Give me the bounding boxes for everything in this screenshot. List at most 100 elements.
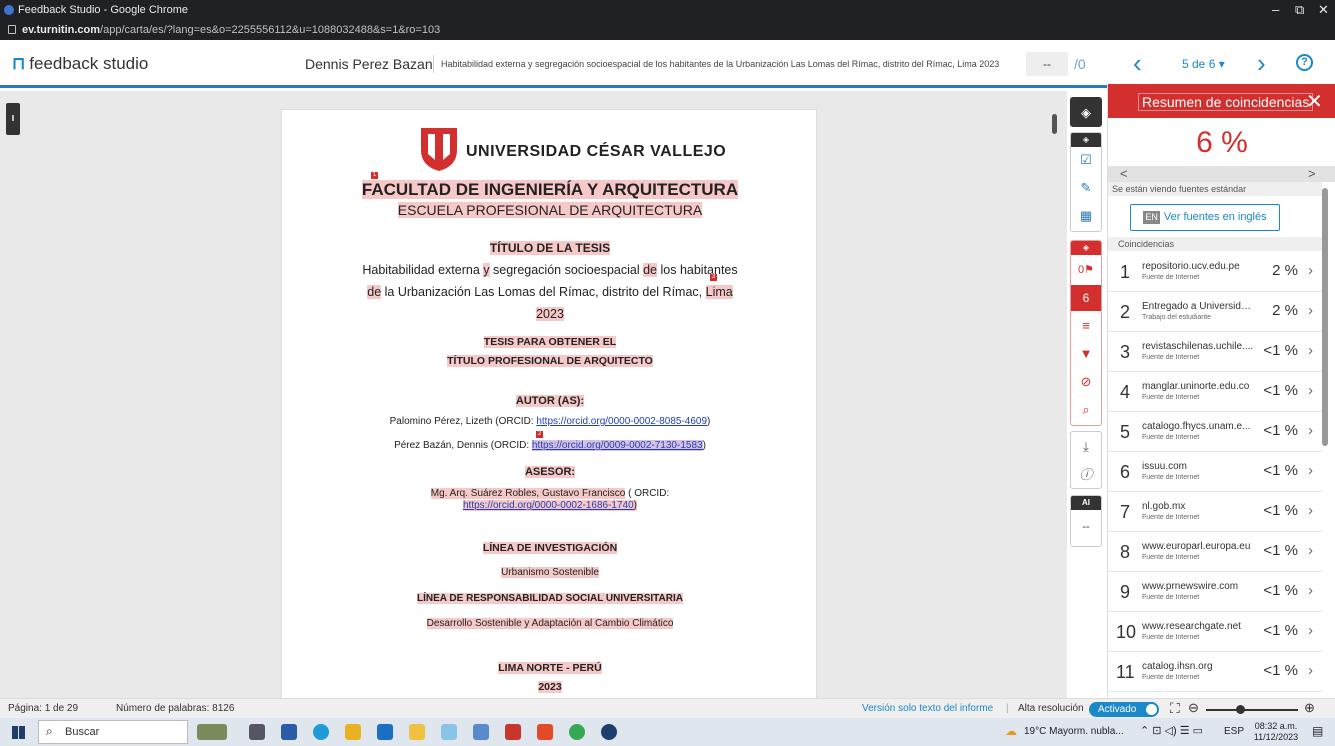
source-comparison-icon[interactable]: ⌕ (1071, 397, 1101, 423)
restore-button[interactable]: ⧉ (1295, 2, 1304, 18)
clock-date[interactable]: 11/12/2023 (1252, 732, 1300, 742)
address-bar[interactable]: ev.turnitin.com/app/carta/es/?lang=es&o=… (0, 22, 1335, 40)
side-drawer-toggle[interactable]: ‖ (6, 103, 20, 135)
chevron-right-icon[interactable]: › (1308, 502, 1313, 519)
social-line[interactable]: Desarrollo Sostenible y Adaptación al Ca… (426, 618, 674, 629)
clock-time[interactable]: 08:32 a.m. (1252, 721, 1300, 731)
tray-icons[interactable]: ⌃ ⊡ ◁) ☰ ▭ (1140, 724, 1203, 737)
match-row[interactable]: 8 www.europarl.europa.eu Fuente de Interne… (1108, 532, 1322, 572)
match-row[interactable]: 11 catalog.ihsn.org Fuente de Internet <1 %… (1108, 652, 1322, 692)
author-2-orcid-link[interactable]: https://orcid.org/0009-0002-7130-1583 (531, 440, 703, 451)
pdf-icon[interactable] (505, 724, 521, 740)
match-row[interactable]: 9 www.prnewswire.com Fuente de Internet <1 … (1108, 572, 1322, 612)
steam-icon[interactable] (601, 724, 617, 740)
input-language[interactable]: ESP (1224, 726, 1244, 737)
flags-button[interactable]: 0⚑ (1071, 257, 1101, 283)
weather-text[interactable]: 19°C Mayorm. nubla... (1024, 726, 1124, 737)
authors-heading[interactable]: AUTOR (AS): (515, 395, 585, 407)
text-only-link[interactable]: Versión solo texto del informe (862, 703, 993, 714)
zoom-out-icon[interactable]: ⊖ (1188, 700, 1199, 716)
place-heading[interactable]: LIMA NORTE - PERÚ (498, 662, 602, 674)
filter-icon[interactable]: ▼ (1071, 341, 1101, 367)
thesis-title-line-3[interactable]: 2023 (536, 307, 564, 321)
feedback-edit-icon[interactable]: ✎ (1071, 175, 1101, 201)
close-panel-button[interactable]: ✕ (1306, 89, 1323, 114)
zoom-slider-knob[interactable] (1236, 705, 1245, 714)
mail-icon[interactable] (377, 724, 393, 740)
prev-submission-button[interactable]: ‹ (1133, 48, 1142, 79)
match-row[interactable]: 7 nl.gob.mx Fuente de Internet <1 % › (1108, 492, 1322, 532)
grade-input[interactable]: -- (1026, 52, 1068, 76)
chevron-right-icon[interactable]: › (1308, 382, 1313, 399)
match-row[interactable]: 1 repositorio.ucv.edu.pe Fuente de Interne… (1108, 252, 1322, 292)
high-resolution-toggle[interactable]: Activado (1089, 702, 1159, 717)
windows-start-icon[interactable] (12, 726, 25, 739)
acrobat-icon[interactable] (537, 724, 553, 740)
chevron-right-icon[interactable]: › (1308, 302, 1313, 319)
faculty-heading[interactable]: FACULTAD DE INGENIERÍA Y ARQUITECTURA (361, 180, 739, 199)
match-row[interactable]: 2 Entregado a Universida... Trabajo del es… (1108, 292, 1322, 332)
fullscreen-icon[interactable]: ⛶ (1170, 700, 1180, 717)
layers-button[interactable]: ◈ (1070, 97, 1102, 127)
file-explorer-icon[interactable] (281, 724, 297, 740)
chevron-right-icon[interactable]: › (1308, 342, 1313, 359)
author-1-orcid-link[interactable]: https://orcid.org/0000-0002-8085-4609 (536, 416, 707, 427)
download-icon[interactable]: ⤓ (1071, 434, 1101, 460)
taskbar-search[interactable]: Buscar (38, 720, 188, 744)
close-window-button[interactable]: ✕ (1318, 2, 1329, 18)
all-sources-icon[interactable]: ≡ (1071, 313, 1101, 339)
source-nav-next[interactable]: > (1308, 166, 1316, 181)
chevron-right-icon[interactable]: › (1308, 582, 1313, 599)
research-line[interactable]: Urbanismo Sostenible (501, 567, 599, 578)
chevron-right-icon[interactable]: › (1308, 542, 1313, 559)
source-nav-prev[interactable]: < (1120, 166, 1128, 181)
chevron-right-icon[interactable]: › (1308, 462, 1313, 479)
minimize-button[interactable]: – (1272, 2, 1279, 17)
advisor-heading[interactable]: ASESOR: (524, 466, 576, 478)
match-row[interactable]: 3 revistaschilenas.uchile.... Fuente de In… (1108, 332, 1322, 372)
rubric-icon[interactable]: ☑ (1071, 147, 1101, 173)
research-line-heading[interactable]: LÍNEA DE INVESTIGACIÓN (482, 542, 618, 554)
zoom-slider[interactable] (1206, 709, 1298, 711)
edge-icon[interactable] (313, 724, 329, 740)
match-row[interactable]: 4 manglar.uninorte.edu.co Fuente de Intern… (1108, 372, 1322, 412)
professional-title-heading[interactable]: TÍTULO PROFESIONAL DE ARQUITECTO (447, 355, 653, 367)
widget-icon[interactable] (197, 724, 227, 740)
submission-pager[interactable]: 5 de 6 ▾ (1182, 57, 1225, 71)
help-icon[interactable]: ? (1296, 54, 1313, 71)
zoom-in-icon[interactable]: ⊕ (1304, 700, 1315, 716)
feedback-studio-logo[interactable]: ⊓ feedback studio (12, 54, 148, 74)
app-icon[interactable] (473, 724, 489, 740)
chevron-right-icon[interactable]: › (1308, 422, 1313, 439)
thesis-for-heading[interactable]: TESIS PARA OBTENER EL (483, 336, 617, 348)
info-icon[interactable]: ⓘ (1071, 462, 1101, 488)
chrome-icon[interactable] (569, 724, 585, 740)
author-1: Palomino Pérez, Lizeth (ORCID: https://o… (389, 416, 711, 427)
app-icon[interactable] (441, 724, 457, 740)
ai-score-button[interactable]: -- (1071, 514, 1101, 540)
panel-scrollbar[interactable] (1322, 188, 1328, 446)
document-scrollbar[interactable] (1052, 114, 1057, 134)
document-viewer[interactable]: ‖ UNIVERSIDAD CÉSAR VALLEJO 1 FACULTAD D… (0, 91, 1067, 699)
exclusions-icon[interactable]: ⊘ (1071, 369, 1101, 395)
year-heading[interactable]: 2023 (538, 681, 562, 693)
folder-icon[interactable] (409, 724, 425, 740)
task-view-icon[interactable] (249, 724, 265, 740)
school-heading[interactable]: ESCUELA PROFESIONAL DE ARQUITECTURA (397, 202, 703, 218)
match-row[interactable]: 5 catalogo.fhycs.unam.e... Fuente de Inter… (1108, 412, 1322, 452)
notifications-icon[interactable]: ▤ (1312, 724, 1323, 738)
social-line-heading[interactable]: LÍNEA DE RESPONSABILIDAD SOCIAL UNIVERSI… (417, 593, 683, 604)
chevron-right-icon[interactable]: › (1308, 622, 1313, 639)
grid-icon[interactable]: ▦ (1071, 203, 1101, 229)
match-row[interactable]: 10 www.researchgate.net Fuente de Internet… (1108, 612, 1322, 652)
url-text[interactable]: ev.turnitin.com/app/carta/es/?lang=es&o=… (22, 24, 440, 36)
english-sources-button[interactable]: EN Ver fuentes en inglés (1130, 204, 1280, 231)
match-row[interactable]: 6 issuu.com Fuente de Internet <1 % › (1108, 452, 1322, 492)
match-overview-button[interactable]: 6 (1071, 285, 1101, 311)
chevron-right-icon[interactable]: › (1308, 662, 1313, 679)
chevron-right-icon[interactable]: › (1308, 262, 1313, 279)
advisor-orcid-link[interactable]: https://orcid.org/0000-0002-1686-1740 (462, 500, 634, 511)
thesis-title-heading[interactable]: TÍTULO DE LA TESIS (489, 241, 611, 255)
store-icon[interactable] (345, 724, 361, 740)
next-submission-button[interactable]: › (1257, 48, 1266, 79)
